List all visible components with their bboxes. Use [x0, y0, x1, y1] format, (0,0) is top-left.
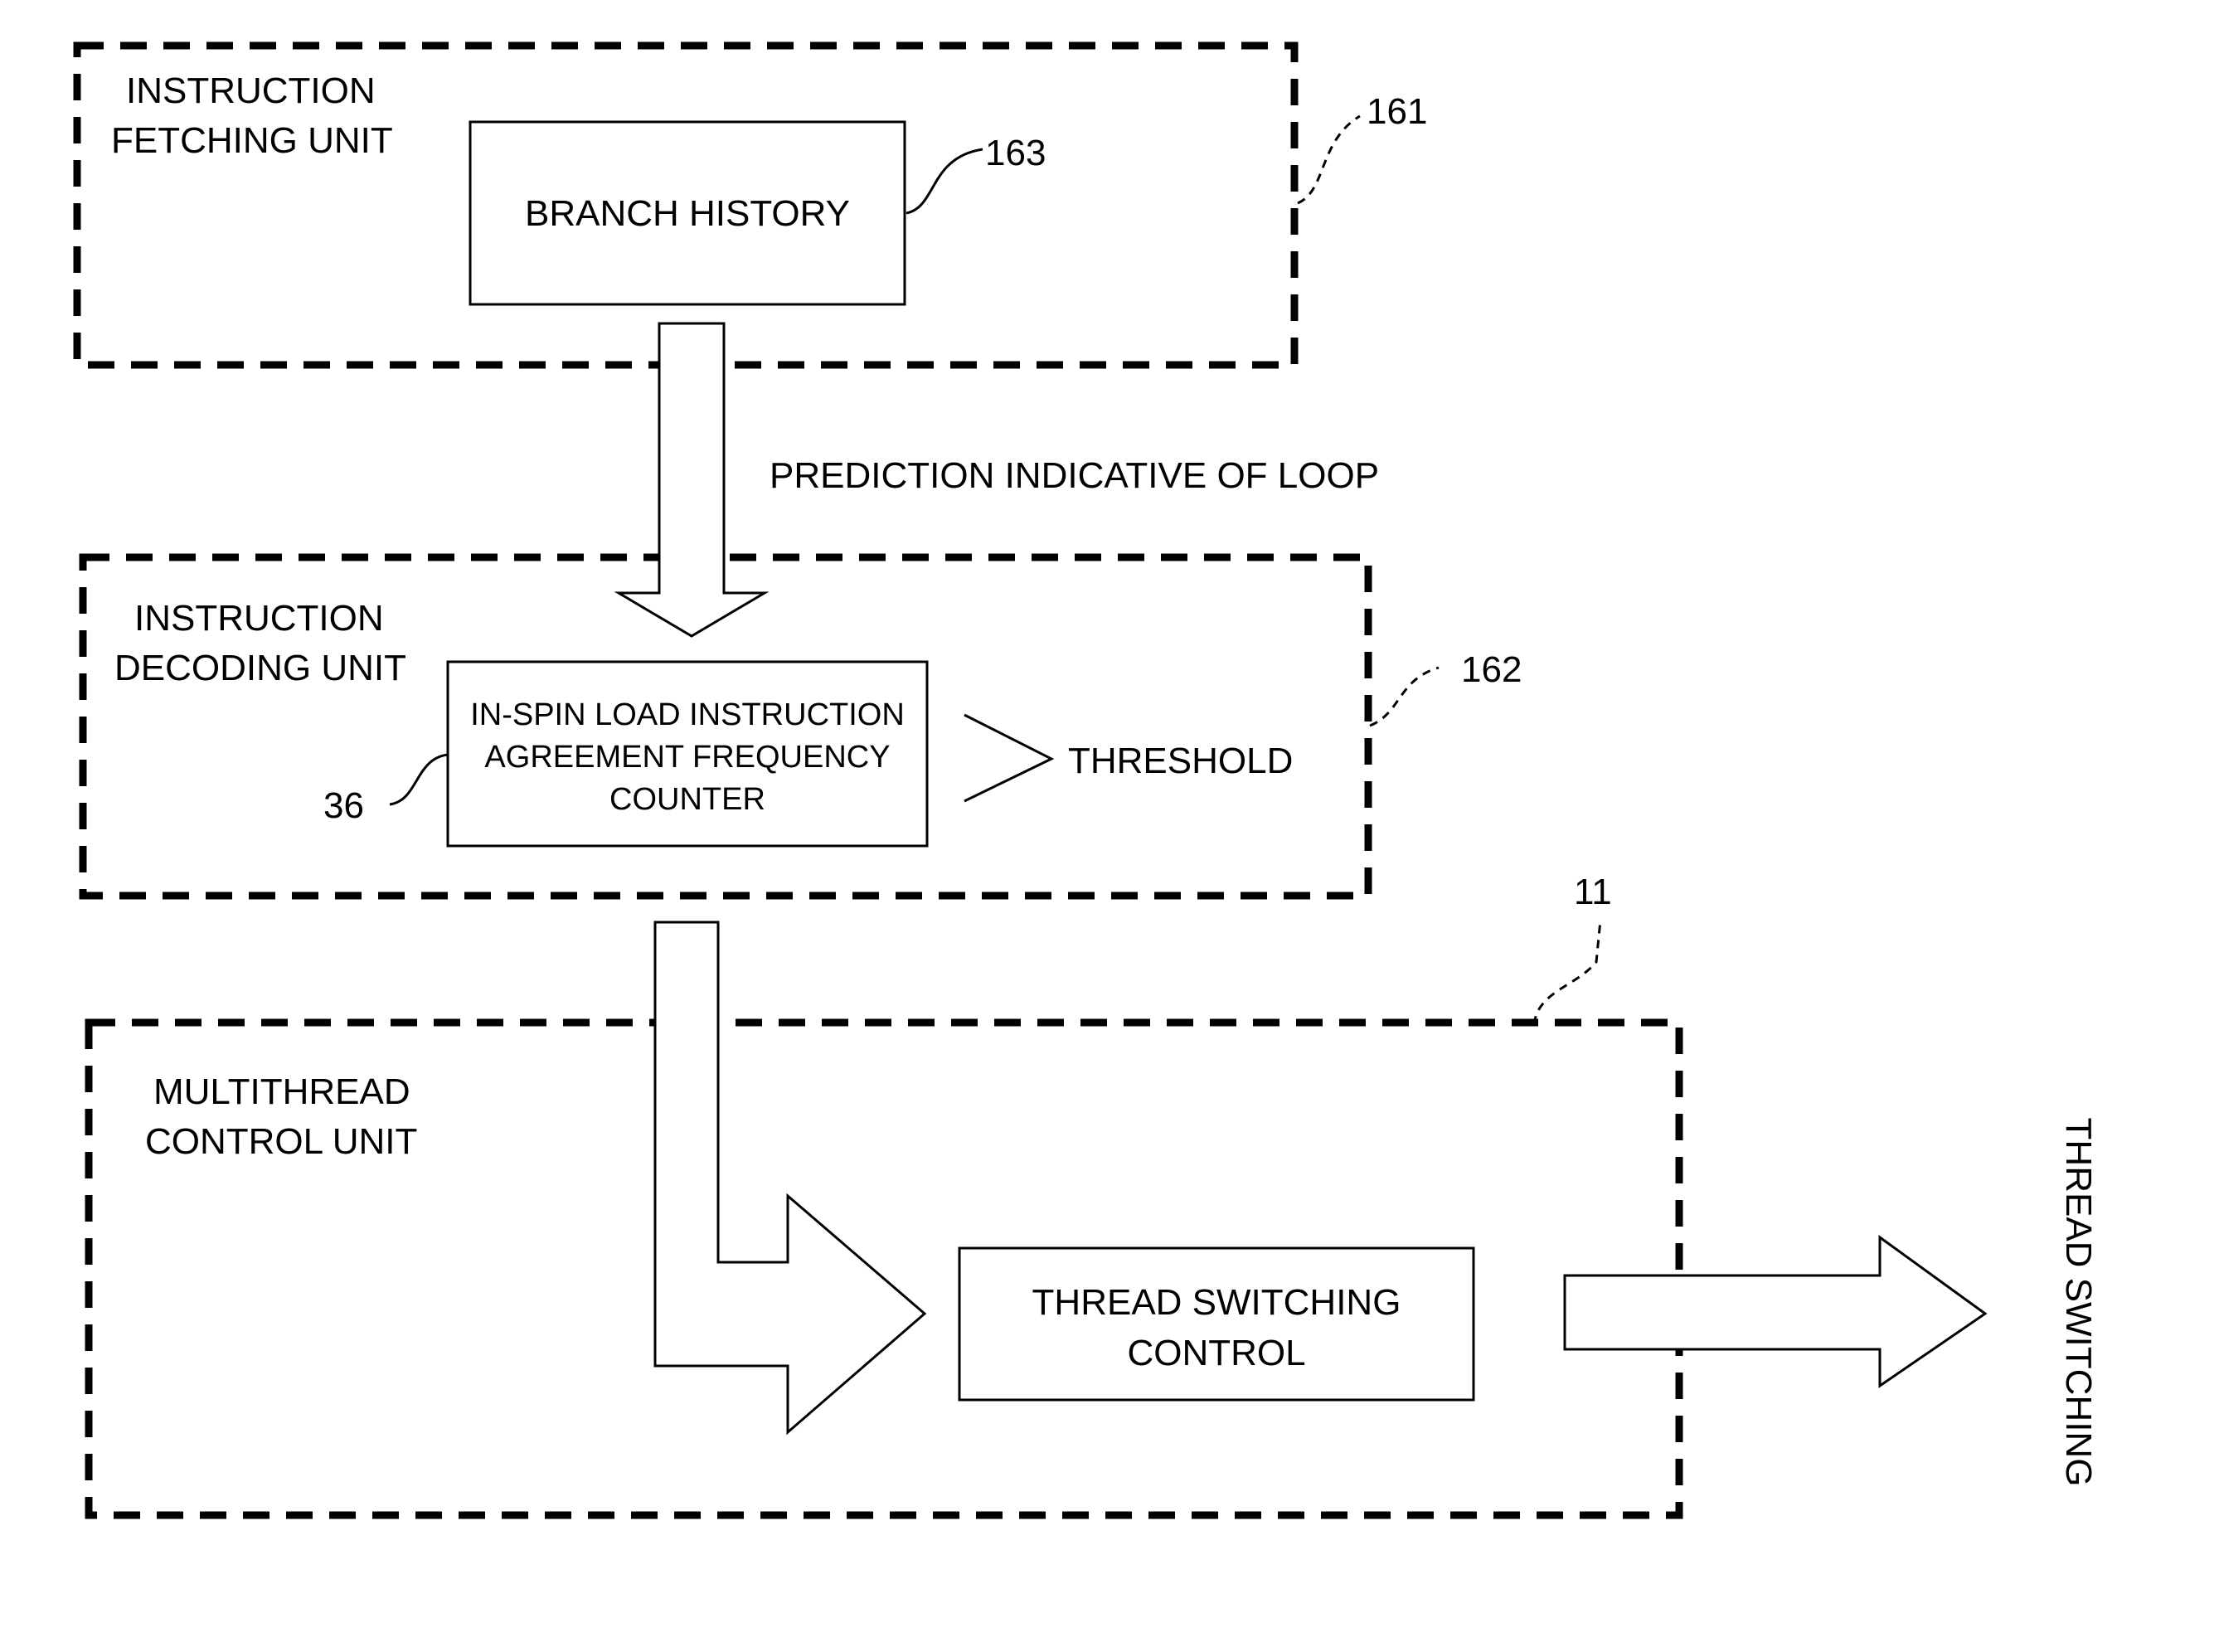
branch-history-label: BRANCH HISTORY — [524, 193, 850, 234]
leader-161 — [1297, 114, 1361, 205]
fetch-unit-label-line2: FETCHING UNIT — [111, 120, 393, 161]
thread-switching-output-arrow — [1563, 1235, 1988, 1388]
thread-switching-control-line1: THREAD SWITCHING — [1032, 1282, 1401, 1323]
decode-unit-ref: 162 — [1461, 649, 1522, 690]
fetch-unit-label-line1: INSTRUCTION — [126, 70, 376, 111]
multithread-unit-ref: 11 — [1574, 872, 1612, 912]
leader-162 — [1369, 666, 1440, 727]
decode-unit-label-line2: DECODING UNIT — [114, 648, 406, 688]
counter-ref: 36 — [323, 785, 364, 826]
fetch-unit-ref: 161 — [1367, 91, 1428, 132]
thread-switching-output-label: THREAD SWITCHING — [2058, 1117, 2099, 1487]
multithread-unit-label-line2: CONTROL UNIT — [145, 1121, 418, 1162]
prediction-arrow — [614, 322, 770, 638]
branch-history-ref: 163 — [985, 133, 1046, 173]
counter-label-line3: COUNTER — [609, 782, 765, 817]
leader-11 — [1532, 920, 1602, 1025]
decode-to-control-arrow — [653, 921, 927, 1436]
multithread-unit-label-line1: MULTITHREAD — [153, 1071, 410, 1112]
decode-unit-label-line1: INSTRUCTION — [134, 598, 384, 639]
threshold-label: THRESHOLD — [1068, 741, 1294, 781]
thread-switching-control-line2: CONTROL — [1127, 1333, 1306, 1373]
greater-than-symbol — [964, 713, 1055, 803]
counter-label-line1: IN-SPIN LOAD INSTRUCTION — [470, 697, 905, 732]
leader-36 — [389, 753, 449, 806]
counter-label-line2: AGREEMENT FREQUENCY — [484, 740, 891, 775]
leader-163 — [906, 148, 983, 215]
prediction-label: PREDICTION INDICATIVE OF LOOP — [770, 455, 1380, 496]
